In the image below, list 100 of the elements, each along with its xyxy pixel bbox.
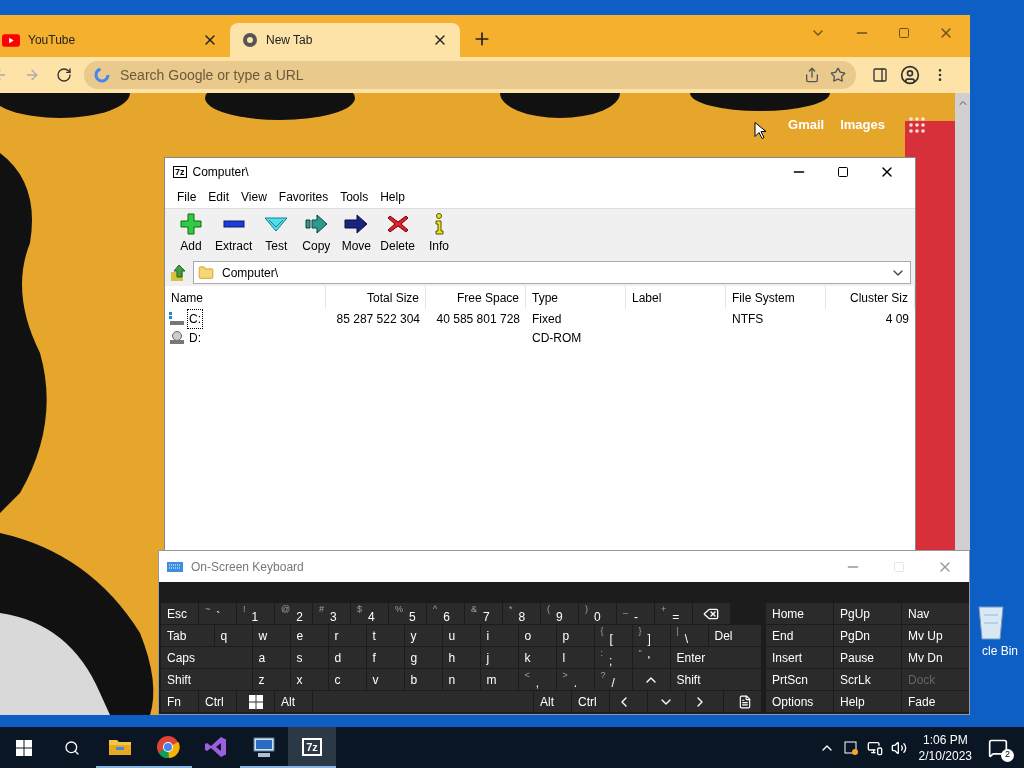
key[interactable]: z: [252, 669, 290, 690]
key[interactable]: a: [252, 647, 290, 668]
key[interactable]: ) 0: [579, 603, 616, 624]
key[interactable]: # 3: [313, 603, 350, 624]
key[interactable]: b: [404, 669, 442, 690]
key[interactable]: > .: [556, 669, 594, 690]
key[interactable]: q: [214, 625, 252, 646]
key[interactable]: l: [556, 647, 594, 668]
key[interactable]: } ]: [632, 625, 670, 646]
key[interactable]: v: [366, 669, 404, 690]
key[interactable]: PgUp: [834, 603, 901, 624]
key[interactable]: x: [290, 669, 328, 690]
key[interactable]: ! 1: [237, 603, 274, 624]
toolbar-button[interactable]: Info: [419, 213, 460, 255]
column-header[interactable]: Type: [526, 286, 626, 309]
key[interactable]: Alt: [534, 691, 571, 712]
key[interactable]: h: [442, 647, 480, 668]
column-header[interactable]: File System: [726, 286, 826, 309]
key[interactable]: Home: [766, 603, 833, 624]
clock-date[interactable]: 2/10/2023: [918, 747, 972, 764]
menu-item[interactable]: View: [235, 188, 273, 206]
apps-grid-icon[interactable]: [909, 116, 925, 133]
key[interactable]: % 5: [389, 603, 426, 624]
key[interactable]: Ctrl: [572, 691, 609, 712]
maximize-icon[interactable]: [837, 166, 849, 178]
key[interactable]: : ;: [594, 647, 632, 668]
key[interactable]: Mv Up: [902, 625, 969, 646]
key[interactable]: m: [480, 669, 518, 690]
key[interactable]: @ 2: [275, 603, 312, 624]
clock-time[interactable]: 1:06 PM: [922, 731, 968, 748]
browser-tab[interactable]: YouTube: [0, 23, 230, 57]
key[interactable]: ~ `: [199, 603, 236, 624]
key[interactable]: " ': [632, 647, 670, 668]
key[interactable]: + =: [655, 603, 692, 624]
key[interactable]: Insert: [766, 647, 833, 668]
key[interactable]: PrtScn: [766, 669, 833, 690]
toolbar-button[interactable]: Delete: [376, 213, 420, 255]
toolbar-button[interactable]: Add: [171, 213, 211, 255]
key[interactable]: r: [328, 625, 366, 646]
key[interactable]: { [: [594, 625, 632, 646]
key[interactable]: ^ 6: [427, 603, 464, 624]
menu-item[interactable]: File: [171, 188, 203, 206]
column-header[interactable]: Name: [165, 286, 326, 309]
key[interactable]: [237, 691, 274, 712]
key[interactable]: i: [480, 625, 518, 646]
key[interactable]: Nav: [902, 603, 969, 624]
column-header[interactable]: Free Space: [426, 286, 526, 309]
volume-icon[interactable]: [890, 739, 907, 756]
menu-item[interactable]: Edit: [202, 188, 236, 206]
key[interactable]: s: [290, 647, 328, 668]
key[interactable]: c: [328, 669, 366, 690]
column-header[interactable]: Cluster Siz: [826, 286, 915, 309]
side-panel-icon[interactable]: [872, 67, 888, 83]
share-icon[interactable]: [804, 67, 820, 83]
key[interactable]: g: [404, 647, 442, 668]
toolbar-button[interactable]: Test: [256, 213, 297, 255]
key[interactable]: ScrLk: [834, 669, 901, 690]
toolbar-button[interactable]: Move: [336, 213, 377, 255]
key[interactable]: End: [766, 625, 833, 646]
key[interactable]: Help: [834, 691, 901, 712]
key[interactable]: Mv Dn: [902, 647, 969, 668]
menu-item[interactable]: Favorites: [272, 188, 335, 206]
table-cell[interactable]: D:: [187, 328, 203, 348]
key[interactable]: | \: [670, 625, 708, 646]
network-icon[interactable]: [866, 739, 883, 756]
key[interactable]: k: [518, 647, 556, 668]
key[interactable]: Shift: [161, 669, 252, 690]
star-icon[interactable]: [830, 67, 846, 83]
key[interactable]: n: [442, 669, 480, 690]
menu-item[interactable]: Help: [374, 188, 411, 206]
key[interactable]: y: [404, 625, 442, 646]
key[interactable]: Options: [766, 691, 833, 712]
key[interactable]: Fn: [161, 691, 198, 712]
key[interactable]: e: [290, 625, 328, 646]
reload-icon[interactable]: [56, 67, 72, 83]
key[interactable]: w: [252, 625, 290, 646]
key[interactable]: [724, 691, 761, 712]
taskbar-app[interactable]: 7z: [288, 727, 336, 768]
key[interactable]: ? /: [594, 669, 632, 690]
menu-item[interactable]: Tools: [334, 188, 375, 206]
column-header[interactable]: Total Size: [326, 286, 426, 309]
key[interactable]: [693, 603, 730, 624]
key[interactable]: ( 9: [541, 603, 578, 624]
key[interactable]: u: [442, 625, 480, 646]
key[interactable]: < ,: [518, 669, 556, 690]
network-warning-icon[interactable]: [842, 739, 859, 756]
address-bar[interactable]: Search Google or type a URL: [84, 61, 856, 89]
toolbar-button[interactable]: Copy: [296, 213, 337, 255]
key[interactable]: $ 4: [351, 603, 388, 624]
key[interactable]: * 8: [503, 603, 540, 624]
key[interactable]: Tab: [161, 625, 214, 646]
browser-tab[interactable]: New Tab: [230, 23, 460, 57]
key[interactable]: Enter: [670, 647, 761, 668]
key[interactable]: Caps: [161, 647, 252, 668]
key[interactable]: PgDn: [834, 625, 901, 646]
key[interactable]: & 7: [465, 603, 502, 624]
profile-icon[interactable]: [900, 65, 920, 85]
key[interactable]: f: [366, 647, 404, 668]
key[interactable]: Ctrl: [199, 691, 236, 712]
notifications-icon[interactable]: [988, 737, 1008, 758]
